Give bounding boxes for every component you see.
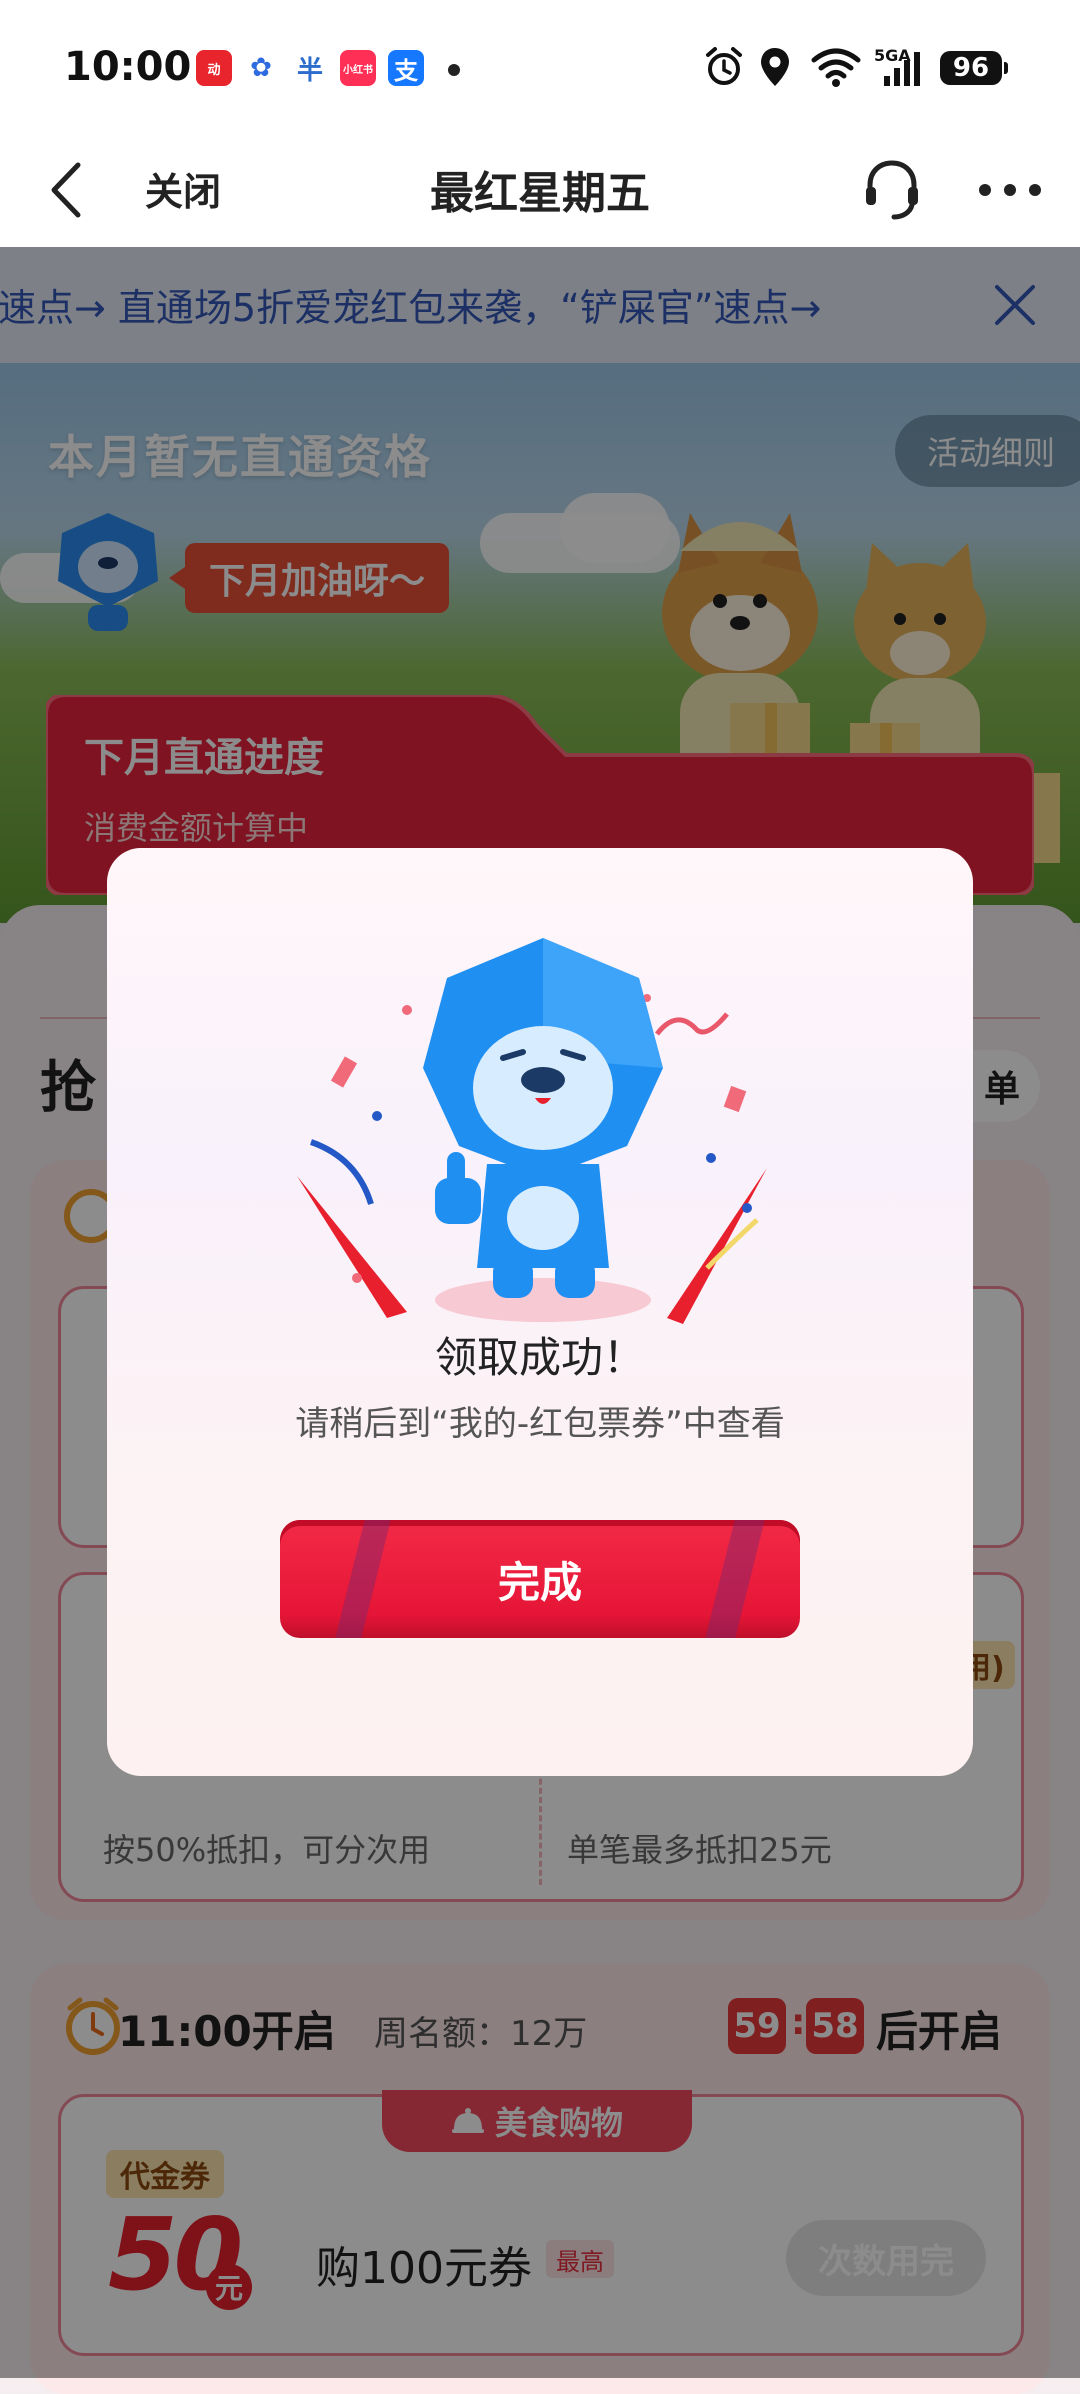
app-notification-icon: 动 (196, 50, 232, 86)
baidu-icon: ✿ (243, 50, 279, 86)
done-button[interactable]: 完成 (280, 1520, 800, 1638)
more-notifications-icon (448, 64, 460, 76)
customer-service-icon[interactable] (862, 155, 922, 225)
dialog-subtitle: 请稍后到“我的-红包票券”中查看 (295, 1404, 785, 1444)
app-icon: 半 (292, 50, 328, 86)
alipay-icon: 支 (388, 50, 424, 86)
location-icon (761, 48, 789, 86)
celebrating-lion-illustration (297, 938, 767, 1324)
navigation-bar: 关闭 最红星期五 (0, 135, 1080, 247)
button-decoration (335, 1520, 391, 1638)
status-time: 10:00 (64, 44, 192, 90)
success-dialog: 领取成功！ 请稍后到“我的-红包票券”中查看 完成 (107, 848, 973, 1776)
dialog-title: 领取成功！ (434, 1333, 645, 1382)
more-options-icon[interactable] (975, 165, 1045, 215)
alarm-icon (706, 47, 742, 85)
button-decoration (705, 1520, 765, 1638)
done-button-label: 完成 (497, 1557, 582, 1607)
xiaohongshu-icon: 小红书 (340, 50, 376, 86)
signal-icon (884, 52, 920, 86)
wifi-icon (811, 48, 861, 87)
battery-indicator: 96 (940, 51, 1008, 85)
status-bar: 10:00 动 ✿ 半 小红书 支 5GA 96 (0, 0, 1080, 135)
